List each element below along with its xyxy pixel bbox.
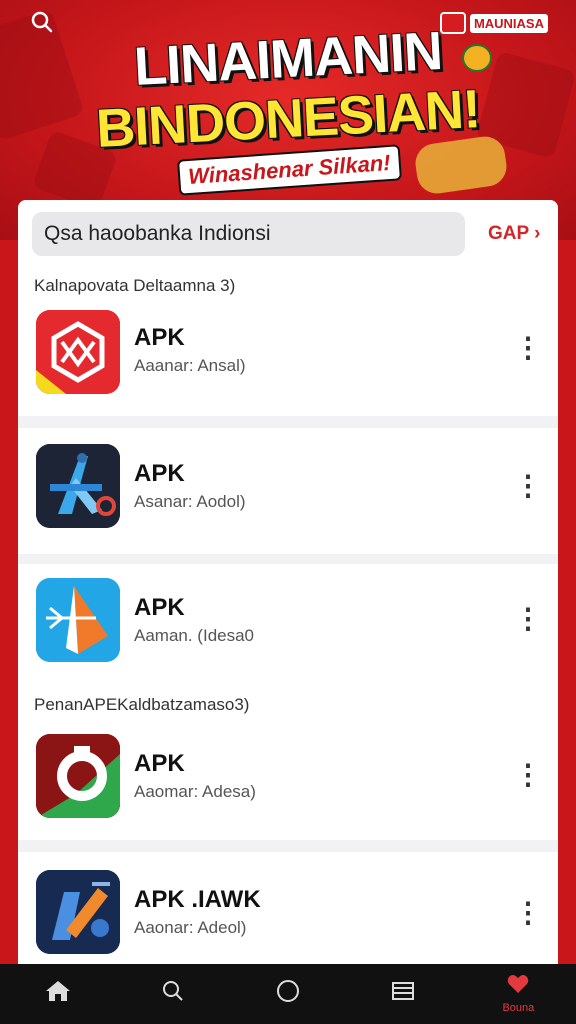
section-header: PenanAPEKaldbatzamaso3) [18, 686, 558, 722]
app-subtitle: Aaonar: Adeol) [134, 918, 247, 937]
app-name: APK [134, 460, 185, 487]
blue-arrow-icon [36, 444, 120, 528]
library-icon [391, 980, 415, 1008]
section-title: PenanAPEKaldbatzamaso3) [34, 695, 250, 714]
heart-icon [507, 974, 529, 1000]
red-cube-icon [36, 310, 120, 394]
home-icon [45, 979, 71, 1009]
search-icon [161, 979, 185, 1009]
section-header: Kalnapovata Deltaamna 3) [18, 268, 558, 300]
app-list-item[interactable]: APK .IAWK Aaonar: Adeol) ⋮ [18, 852, 558, 970]
app-list-item[interactable]: APK Aaomar: Adesa) ⋮ [18, 722, 558, 840]
app-name: APK [134, 750, 185, 777]
nav-home[interactable] [28, 969, 88, 1019]
nav-favorites[interactable]: Bouna [488, 969, 548, 1019]
green-ring-icon [36, 734, 120, 818]
app-list-item[interactable]: APK Aaman. (Idesa0 ⋮ [18, 564, 558, 686]
app-subtitle: Aaman. (Idesa0 [134, 626, 255, 645]
bottom-nav: Bouna [0, 964, 576, 1024]
app-subtitle: Asanar: Aodol) [134, 492, 246, 511]
nav-search[interactable] [143, 969, 203, 1019]
more-vertical-icon[interactable]: ⋮ [514, 760, 542, 790]
more-vertical-icon[interactable]: ⋮ [514, 604, 542, 634]
nav-circle[interactable] [258, 969, 318, 1019]
search-bar: GAP › [18, 200, 558, 268]
paper-plane-icon [36, 578, 120, 662]
decor-shape [412, 133, 510, 197]
pen-tool-icon [36, 870, 120, 954]
app-list-item[interactable]: APK Asanar: Aodol) ⋮ [18, 428, 558, 554]
app-subtitle: Aaanar: Ansal) [134, 356, 246, 375]
nav-favorites-label: Bouna [502, 1002, 535, 1014]
app-list-item[interactable]: APK Aaanar: Ansal) ⋮ [18, 300, 558, 416]
more-vertical-icon[interactable]: ⋮ [514, 471, 542, 501]
more-vertical-icon[interactable]: ⋮ [514, 898, 542, 928]
app-name: APK [134, 594, 185, 621]
search-action-button[interactable]: GAP › [488, 220, 540, 248]
app-name: APK [134, 324, 185, 351]
app-subtitle: Aaomar: Adesa) [134, 782, 256, 801]
search-input[interactable] [32, 212, 465, 256]
section-title: Kalnapovata Deltaamna 3) [34, 276, 236, 295]
more-vertical-icon[interactable]: ⋮ [514, 333, 542, 363]
search-action-label: GAP [488, 223, 529, 244]
app-list-card: GAP › Kalnapovata Deltaamna 3) APK Aaana… [18, 200, 558, 970]
chevron-right-icon: › [534, 223, 541, 244]
nav-library[interactable] [373, 969, 433, 1019]
app-name: APK .IAWK [134, 886, 261, 913]
circle-icon [276, 979, 300, 1009]
search-icon[interactable] [28, 10, 56, 38]
